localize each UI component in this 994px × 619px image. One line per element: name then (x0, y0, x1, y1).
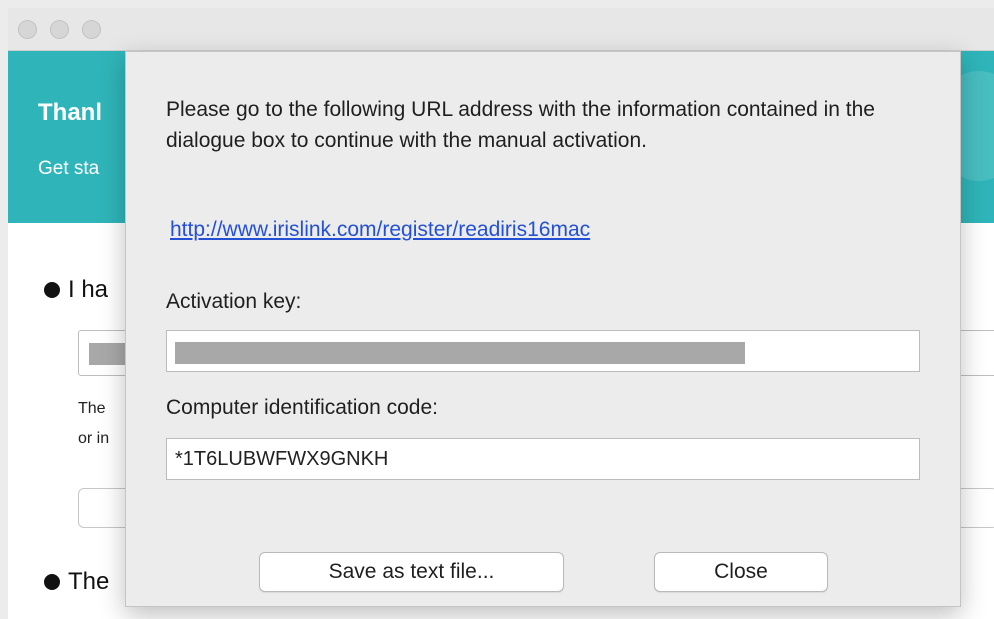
manual-activation-dialog: Please go to the following URL address w… (125, 51, 961, 607)
title-bar (8, 8, 994, 51)
banner-subtitle: Get sta (38, 158, 100, 179)
option-label: The (68, 568, 110, 595)
computer-id-field[interactable]: *1T6LUBWFWX9GNKH (166, 438, 920, 480)
radio-selected-icon (44, 282, 60, 298)
minimize-window-icon[interactable] (50, 20, 69, 39)
option-label: I ha (68, 276, 109, 303)
zoom-window-icon[interactable] (82, 20, 101, 39)
option-have-key[interactable]: I ha (44, 276, 108, 304)
computer-id-label: Computer identification code: (166, 396, 438, 419)
activation-key-label: Activation key: (166, 290, 302, 313)
option-other[interactable]: The (44, 568, 109, 596)
note-line: or in (78, 430, 110, 447)
register-url-link[interactable]: http://www.irislink.com/register/readiri… (170, 218, 590, 242)
radio-selected-icon (44, 574, 60, 590)
redacted-activation-key (175, 342, 745, 364)
save-as-text-file-button[interactable]: Save as text file... (259, 552, 564, 592)
close-window-icon[interactable] (18, 20, 37, 39)
banner-title: Thanl (38, 99, 102, 126)
note-line: The (78, 400, 106, 417)
activation-key-field[interactable] (166, 330, 920, 372)
dialog-message: Please go to the following URL address w… (166, 98, 875, 152)
close-button[interactable]: Close (654, 552, 828, 592)
